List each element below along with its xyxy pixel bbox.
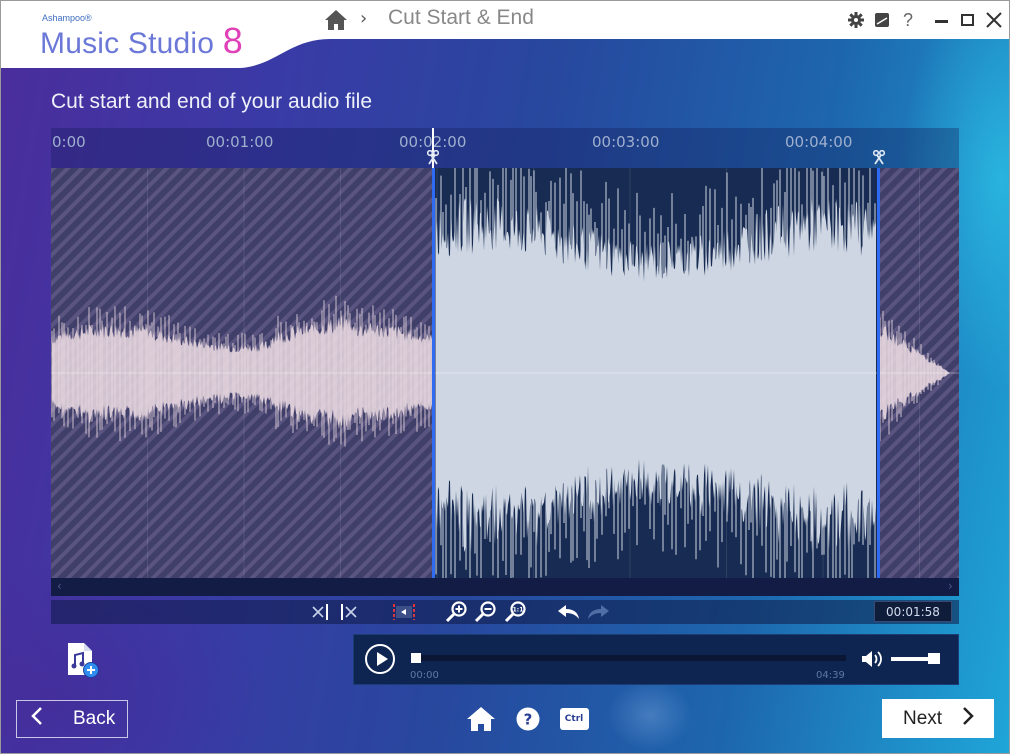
zoom-in-button[interactable] [444, 601, 470, 623]
help-icon: ? [516, 707, 540, 731]
scroll-right-arrow[interactable]: › [948, 579, 953, 593]
position-label: 00:00 [410, 670, 439, 681]
undo-button[interactable] [556, 602, 582, 622]
horizontal-scrollbar[interactable]: ‹ › [51, 578, 959, 596]
play-selection-icon [393, 604, 415, 620]
selection-start-handle[interactable] [432, 168, 435, 578]
zoom-1to1-icon: 1:1 [504, 601, 526, 623]
tick-label: 00:03:00 [592, 133, 660, 151]
keyboard-shortcuts-button[interactable]: Ctrl [559, 706, 589, 732]
breadcrumb-current: Cut Start & End [388, 6, 534, 29]
zoom-in-icon [445, 601, 467, 623]
close-button[interactable] [984, 10, 1004, 30]
playback-progress-bar[interactable] [411, 653, 846, 663]
chevron-left-icon [31, 706, 43, 732]
cut-before-button[interactable] [310, 602, 332, 622]
minimize-button[interactable] [931, 10, 951, 30]
back-label: Back [73, 708, 116, 729]
zoom-reset-button[interactable]: 1:1 [503, 601, 529, 623]
zoom-out-button[interactable] [473, 601, 499, 623]
maximize-icon [960, 14, 974, 26]
redo-icon [588, 605, 609, 619]
next-label: Next [903, 707, 943, 729]
add-audio-file-icon[interactable] [66, 641, 100, 679]
waveform-body [436, 198, 876, 553]
cut-left-icon [312, 604, 328, 620]
home-icon [467, 707, 495, 731]
header: Ashampoo® Music Studio 8 › Cut Start & E… [0, 0, 1010, 70]
tick-label: 00:04:00 [785, 133, 853, 151]
home-button[interactable] [466, 706, 496, 732]
volume-icon[interactable] [861, 650, 883, 668]
cut-right-icon [341, 604, 357, 620]
close-icon [986, 12, 1002, 28]
tick-label: 0:00 [52, 133, 86, 151]
tick-label: 00:01:00 [206, 133, 274, 151]
waveform-editor: 0:00 00:01:00 00:02:00 00:03:00 00:04:00 [51, 128, 959, 624]
maximize-button[interactable] [957, 10, 977, 30]
waveform-area[interactable] [51, 168, 959, 578]
note-icon [875, 13, 889, 27]
redo-button[interactable] [585, 602, 611, 622]
current-time-display: 00:01:58 [874, 601, 952, 622]
svg-text:1:1: 1:1 [513, 607, 524, 614]
selection-end-handle[interactable] [877, 168, 880, 578]
waveform [51, 168, 959, 578]
play-button[interactable] [365, 644, 395, 674]
editor-toolbar: 1:1 00:01:58 [51, 600, 959, 624]
settings-button[interactable] [846, 10, 866, 30]
app-title: Music Studio 8 [40, 20, 243, 62]
minimize-icon [934, 19, 948, 23]
home-icon[interactable] [324, 9, 348, 31]
help-button-footer[interactable]: ? [515, 706, 541, 732]
app-name: Music Studio [40, 27, 215, 60]
scroll-left-arrow[interactable]: ‹ [57, 579, 62, 593]
app-version: 8 [222, 20, 243, 61]
zoom-out-icon [474, 601, 496, 623]
back-button[interactable]: Back [16, 700, 128, 738]
help-button[interactable]: ? [898, 10, 918, 30]
progress-handle[interactable] [411, 653, 421, 663]
page-title: Cut start and end of your audio file [51, 90, 373, 113]
next-button[interactable]: Next [882, 699, 994, 738]
chevron-right-icon [962, 706, 974, 732]
play-selection-button[interactable] [392, 602, 416, 622]
feedback-button[interactable] [872, 10, 892, 30]
question-icon: ? [902, 9, 913, 30]
gear-icon [848, 12, 864, 28]
svg-text:?: ? [524, 711, 533, 729]
ctrl-icon: Ctrl [559, 708, 589, 730]
timeline-ruler[interactable]: 0:00 00:01:00 00:02:00 00:03:00 00:04:00 [51, 128, 959, 168]
volume-handle[interactable] [928, 653, 940, 664]
undo-icon [558, 605, 579, 619]
cut-after-button[interactable] [338, 602, 360, 622]
scissors-end-icon[interactable] [873, 150, 885, 165]
audio-player: 00:00 04:39 [353, 634, 959, 685]
breadcrumb-separator: › [360, 8, 368, 29]
scissors-start-icon[interactable] [427, 150, 439, 165]
duration-label: 04:39 [816, 670, 845, 681]
